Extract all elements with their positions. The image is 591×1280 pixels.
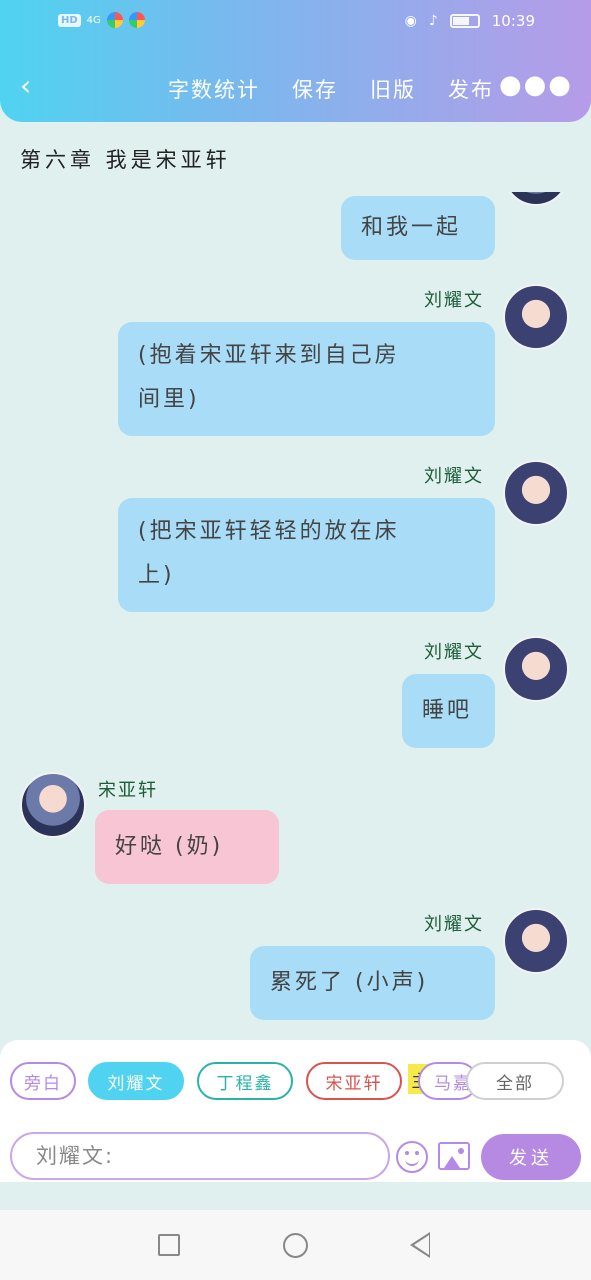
bell-off-icon: ♪ xyxy=(428,13,438,29)
avatar[interactable] xyxy=(503,908,569,974)
image-icon[interactable] xyxy=(438,1142,470,1170)
message-bubble[interactable]: (抱着宋亚轩来到自己房 间里) xyxy=(118,322,495,436)
status-bar: HD 4G ◉ ♪ 10:39 xyxy=(0,0,591,44)
message-bubble[interactable]: 睡吧 xyxy=(402,674,495,748)
avatar[interactable] xyxy=(503,460,569,526)
message-bubble[interactable]: 和我一起 xyxy=(341,196,495,260)
role-chip-ding-chengxin[interactable]: 丁程鑫 xyxy=(197,1062,293,1100)
top-header: HD 4G ◉ ♪ 10:39 ‹ 字数统计 保存 旧版 发布 ●●● xyxy=(0,0,591,122)
sender-name: 刘耀文 xyxy=(424,642,484,663)
role-chip-song-yaxuan[interactable]: 宋亚轩 xyxy=(306,1062,402,1100)
message-text: 累死了 (小声) xyxy=(270,970,429,995)
avatar[interactable] xyxy=(503,636,569,702)
message-text-line: (抱着宋亚轩来到自己房 xyxy=(138,343,400,368)
chat-area[interactable]: 和我一起 刘耀文 (抱着宋亚轩来到自己房 间里) 刘耀文 (把宋亚轩轻轻的放在床… xyxy=(0,192,591,1034)
chevron-left-icon[interactable]: ‹ xyxy=(20,72,31,100)
role-chip-label: 旁白 xyxy=(24,1073,62,1094)
system-nav-bar xyxy=(0,1210,591,1280)
app-icon xyxy=(128,12,145,28)
sender-name: 宋亚轩 xyxy=(98,780,158,801)
all-roles-label: 全部 xyxy=(496,1073,534,1094)
avatar[interactable] xyxy=(20,772,86,838)
all-roles-button[interactable]: 全部 xyxy=(466,1062,564,1100)
app-icon xyxy=(106,12,123,28)
message-input[interactable]: 刘耀文: xyxy=(10,1132,390,1180)
message-text-line: 上) xyxy=(138,563,175,588)
message-text: 好哒 (奶) xyxy=(115,834,224,859)
message-text: 和我一起 xyxy=(361,215,462,240)
publish-button[interactable]: 发布 xyxy=(448,74,494,104)
avatar[interactable] xyxy=(503,284,569,350)
more-dots-icon[interactable]: ●●● xyxy=(499,70,573,100)
circle-icon[interactable] xyxy=(283,1233,308,1258)
status-right: ◉ ♪ 10:39 xyxy=(405,12,535,30)
avatar[interactable] xyxy=(503,192,569,206)
message-bubble[interactable]: 累死了 (小声) xyxy=(250,946,495,1020)
message-text: 睡吧 xyxy=(422,698,473,723)
clock-time: 10:39 xyxy=(491,12,535,30)
square-icon[interactable] xyxy=(158,1234,180,1256)
role-chips: 旁白 刘耀文 丁程鑫 宋亚轩 主 马嘉 全部 xyxy=(10,1062,566,1102)
role-chip-label: 宋亚轩 xyxy=(325,1073,383,1094)
old-version-button[interactable]: 旧版 xyxy=(370,74,416,104)
sender-name: 刘耀文 xyxy=(424,290,484,311)
sender-name: 刘耀文 xyxy=(424,466,484,487)
eye-icon: ◉ xyxy=(404,13,417,29)
battery-icon xyxy=(449,14,480,28)
signal-icon: 4G xyxy=(86,14,101,26)
message-bubble[interactable]: 好哒 (奶) xyxy=(95,810,279,884)
role-chip-liu-yaowen[interactable]: 刘耀文 xyxy=(88,1062,184,1100)
message-text-line: (把宋亚轩轻轻的放在床 xyxy=(138,519,400,544)
header-nav: 字数统计 保存 旧版 发布 xyxy=(168,74,494,104)
role-chip-narrator[interactable]: 旁白 xyxy=(10,1062,76,1100)
word-count-button[interactable]: 字数统计 xyxy=(168,74,260,104)
smile-icon[interactable] xyxy=(396,1141,428,1173)
role-chip-label: 刘耀文 xyxy=(107,1073,165,1094)
send-button[interactable]: 发送 xyxy=(481,1134,581,1180)
message-bubble[interactable]: (把宋亚轩轻轻的放在床 上) xyxy=(118,498,495,612)
status-left: HD 4G xyxy=(58,12,145,28)
hd-badge: HD xyxy=(58,13,81,27)
input-placeholder: 刘耀文: xyxy=(36,1144,115,1168)
chapter-title: 第六章 我是宋亚轩 xyxy=(20,148,231,172)
save-button[interactable]: 保存 xyxy=(292,74,338,104)
back-triangle-icon[interactable] xyxy=(410,1232,430,1258)
role-chip-label: 丁程鑫 xyxy=(216,1073,274,1094)
sender-name: 刘耀文 xyxy=(424,914,484,935)
message-text-line: 间里) xyxy=(138,387,200,412)
